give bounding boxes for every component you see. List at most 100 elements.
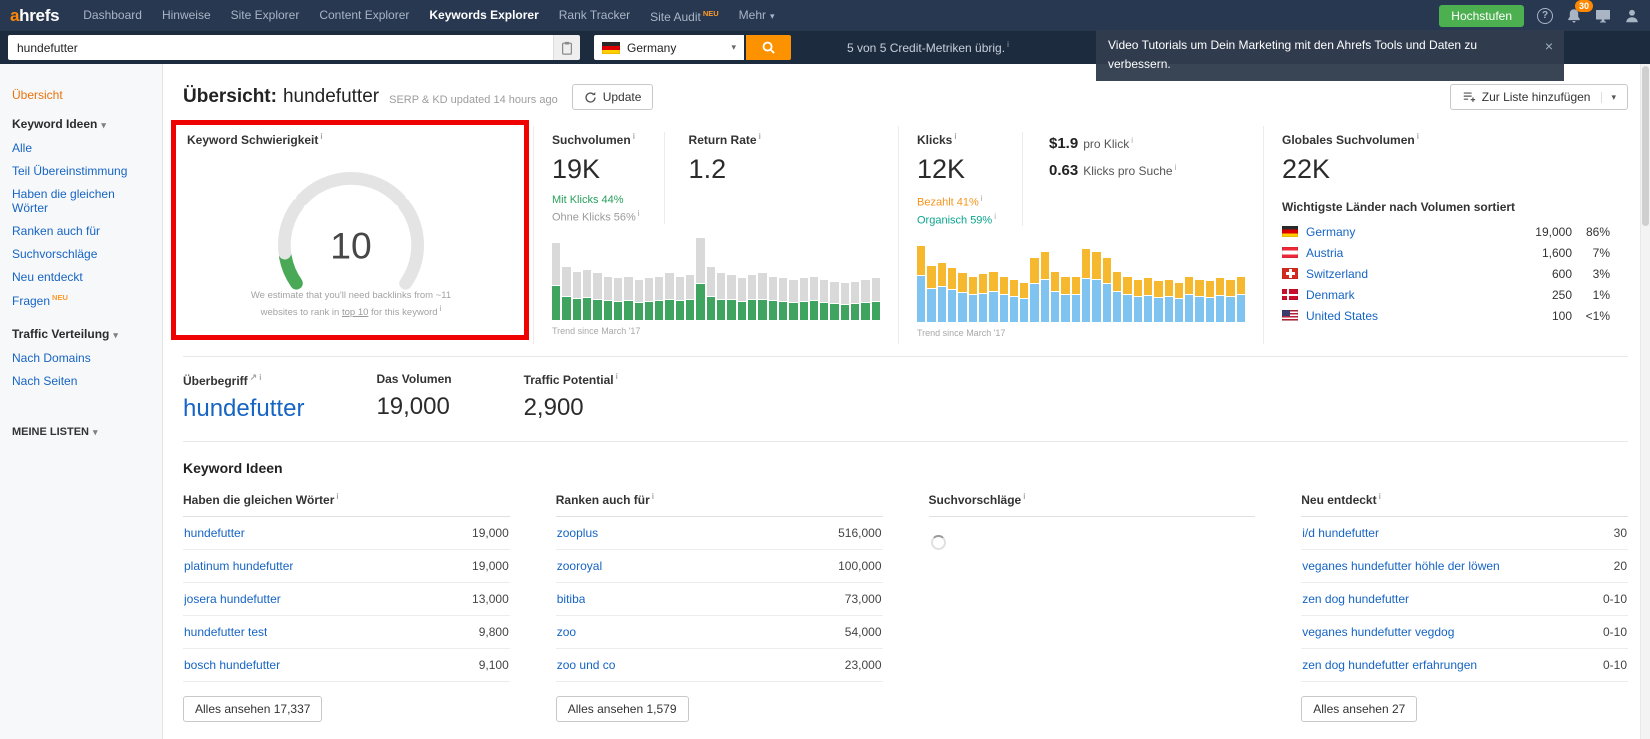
country-link-denmark[interactable]: Denmark xyxy=(1306,288,1355,302)
kd-note: We estimate that you'll need backlinks f… xyxy=(250,290,452,318)
refresh-icon xyxy=(585,91,596,103)
upgrade-button[interactable]: Hochstufen xyxy=(1439,4,1524,27)
nav-item-content-explorer[interactable]: Content Explorer xyxy=(309,0,419,31)
trend-bar xyxy=(1205,238,1215,323)
keyword-link[interactable]: zoo und co xyxy=(557,658,616,672)
nav-item-rank-tracker[interactable]: Rank Tracker xyxy=(549,0,640,31)
ideas-column-suchvorschlage: Suchvorschläge i xyxy=(928,492,1256,722)
trend-bar xyxy=(799,236,808,320)
scrollbar[interactable] xyxy=(1640,64,1650,739)
keyword-link[interactable]: zooplus xyxy=(557,526,598,540)
help-icon[interactable]: ? xyxy=(1537,7,1553,24)
info-icon: i xyxy=(259,373,262,382)
trend-bar xyxy=(809,236,819,320)
keyword-link[interactable]: zen dog hundefutter xyxy=(1302,592,1409,606)
countries-subtitle: Wichtigste Länder nach Volumen sortiert xyxy=(1282,200,1516,214)
notifications-bell-icon[interactable]: 30 xyxy=(1566,0,1594,24)
keyword-link[interactable]: josera hundefutter xyxy=(184,592,281,606)
last-updated-text: SERP & KD updated 14 hours ago xyxy=(389,93,558,106)
paste-icon[interactable] xyxy=(553,35,580,60)
sidebar-item-alle[interactable]: Alle xyxy=(12,136,150,159)
top-navigation-bar: ahrefs Dashboard Hinweise Site Explorer Con… xyxy=(0,0,1650,31)
ahrefs-logo[interactable]: ahrefs xyxy=(10,5,60,26)
keyword-row: hundefutter 19,000 xyxy=(183,517,510,550)
flag-germany-icon xyxy=(1282,226,1298,237)
no-clicks-percent: Ohne Klicks 56% i xyxy=(552,209,640,224)
trend-bar xyxy=(851,236,860,320)
close-icon[interactable]: × xyxy=(1545,39,1553,53)
sidebar-item-nach-domains[interactable]: Nach Domains xyxy=(12,346,150,369)
kd-gauge: 10 xyxy=(251,147,451,297)
trend-bar xyxy=(768,236,777,320)
keyword-link[interactable]: veganes hundefutter höhle der löwen xyxy=(1302,559,1499,573)
country-link-germany[interactable]: Germany xyxy=(1306,225,1355,239)
trend-bar xyxy=(717,236,726,320)
keyword-link[interactable]: veganes hundefutter vegdog xyxy=(1302,625,1454,639)
top10-link[interactable]: top 10 xyxy=(342,307,368,318)
info-icon: i xyxy=(615,372,618,381)
chevron-down-icon: ▾ xyxy=(770,10,775,21)
nav-item-hinweise[interactable]: Hinweise xyxy=(152,0,221,31)
sidebar-item-ranken-auch-fur[interactable]: Ranken auch für xyxy=(12,219,150,242)
sidebar-group-keyword-ideen[interactable]: Keyword Ideen ▾ xyxy=(12,117,150,131)
country-selector[interactable]: Germany ▾ xyxy=(594,35,744,60)
see-all-button[interactable]: Alles ansehen 17,337 xyxy=(183,696,323,722)
keyword-row: veganes hundefutter höhle der löwen 20 xyxy=(1301,550,1628,583)
nav-item-dashboard[interactable]: Dashboard xyxy=(73,0,152,31)
trend-bar xyxy=(634,236,643,320)
search-button[interactable] xyxy=(746,35,791,60)
country-selector-label: Germany xyxy=(627,40,677,55)
country-link-united-states[interactable]: United States xyxy=(1306,309,1378,323)
trend-bar xyxy=(861,236,870,320)
ideas-column-haben-die-gleichen-worter: Haben die gleichen Wörter i hundefutter 19,… xyxy=(183,492,510,722)
desktop-icon[interactable] xyxy=(1595,8,1611,24)
see-all-button[interactable]: Alles ansehen 1,579 xyxy=(555,696,689,722)
see-all-button[interactable]: Alles ansehen 27 xyxy=(1301,696,1418,722)
keyword-link[interactable]: platinum hundefutter xyxy=(184,559,293,573)
keyword-row: zoo 54,000 xyxy=(555,616,883,649)
trend-bar xyxy=(1092,238,1101,323)
country-link-switzerland[interactable]: Switzerland xyxy=(1306,267,1368,281)
sidebar-my-lists[interactable]: MEINE LISTEN ▾ xyxy=(12,426,150,438)
parent-keyword-link[interactable]: hundefutter xyxy=(183,395,304,423)
trend-bar xyxy=(927,238,936,323)
kd-value: 10 xyxy=(330,225,371,267)
scrollbar-thumb[interactable] xyxy=(1642,66,1649,226)
sidebar-item-teil-ubereinstimmung[interactable]: Teil Übereinstimmung xyxy=(12,159,150,182)
logo-rest: hrefs xyxy=(19,5,60,25)
sidebar-group-traffic-verteilung[interactable]: Traffic Verteilung ▾ xyxy=(12,327,150,341)
keyword-row: veganes hundefutter vegdog 0-10 xyxy=(1301,616,1628,649)
keyword-link[interactable]: hundefutter xyxy=(184,526,245,540)
add-to-list-button[interactable]: Zur Liste hinzufügen ▾ xyxy=(1449,84,1628,110)
keyword-link[interactable]: bitiba xyxy=(557,592,586,606)
nav-item-site-audit[interactable]: Site Audit NEU xyxy=(640,0,729,33)
keyword-search-input[interactable] xyxy=(8,35,553,60)
update-button[interactable]: Update xyxy=(571,84,654,110)
nav-item-mehr[interactable]: Mehr ▾ xyxy=(729,0,785,32)
sidebar-item-suchvorschlage[interactable]: Suchvorschläge xyxy=(12,242,150,265)
keyword-link[interactable]: hundefutter test xyxy=(184,625,267,639)
trend-bar xyxy=(968,238,977,323)
trend-caption: Trend since March '17 xyxy=(917,328,1006,339)
keyword-link[interactable]: bosch hundefutter xyxy=(184,658,280,672)
country-link-austria[interactable]: Austria xyxy=(1306,246,1343,260)
keyword-link[interactable]: i/d hundefutter xyxy=(1302,526,1379,540)
global-volume-card: Globales Suchvolumen i 22K Wichtigste Län… xyxy=(1263,126,1628,344)
keyword-link[interactable]: zooroyal xyxy=(557,559,602,573)
account-icon[interactable] xyxy=(1624,8,1640,24)
info-icon: i xyxy=(1416,132,1419,141)
sidebar-item-uebersicht[interactable]: Übersicht xyxy=(12,88,150,102)
nav-item-site-explorer[interactable]: Site Explorer xyxy=(221,0,310,31)
sidebar-groups: Keyword Ideen ▾ Alle Teil Übereinstimmung Ha… xyxy=(12,117,150,392)
sidebar-item-neu-entdeckt[interactable]: Neu entdeckt xyxy=(12,265,150,288)
trend-bar xyxy=(644,236,654,320)
keyword-link[interactable]: zen dog hundefutter erfahrungen xyxy=(1302,658,1477,672)
sidebar-item-nach-seiten[interactable]: Nach Seiten xyxy=(12,369,150,392)
info-icon: i xyxy=(1174,163,1177,172)
nav-item-keywords-explorer[interactable]: Keywords Explorer xyxy=(419,0,548,31)
sidebar-item-haben-die-gleichen-worter[interactable]: Haben die gleichen Wörter xyxy=(12,182,150,219)
info-icon: i xyxy=(320,132,323,141)
sidebar-item-fragen[interactable]: Fragen NEU xyxy=(12,288,150,312)
search-volume-trend-chart xyxy=(552,236,880,320)
keyword-link[interactable]: zoo xyxy=(557,625,576,639)
